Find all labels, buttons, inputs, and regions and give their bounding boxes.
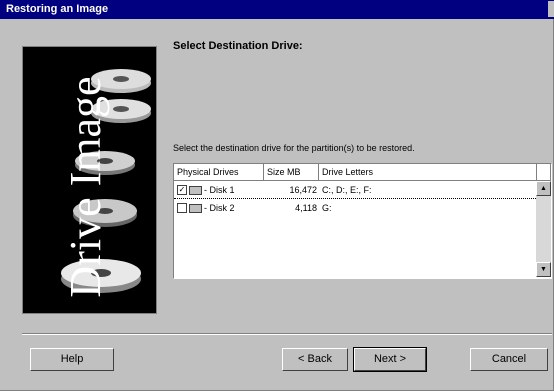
help-button[interactable]: Help bbox=[30, 348, 114, 371]
page-heading: Select Destination Drive: bbox=[173, 40, 303, 52]
back-button[interactable]: < Back bbox=[282, 348, 348, 371]
close-button[interactable] bbox=[548, 1, 554, 17]
drive-name: - Disk 1 bbox=[204, 185, 235, 195]
hard-drive-icon bbox=[189, 186, 202, 195]
cancel-button[interactable]: Cancel bbox=[470, 348, 548, 371]
banner-text: Drive Image bbox=[61, 76, 110, 298]
drive-image-banner: Drive Image bbox=[22, 46, 157, 314]
checkbox-icon[interactable]: ✓ bbox=[177, 185, 187, 195]
title-bar: Restoring an Image bbox=[0, 0, 554, 19]
list-item[interactable]: ✓ - Disk 1 16,472 C:, D:, E:, F: bbox=[174, 182, 536, 199]
checkbox-icon[interactable] bbox=[177, 203, 187, 213]
column-physical-drives[interactable]: Physical Drives bbox=[174, 164, 264, 181]
drive-letters: C:, D:, E:, F: bbox=[322, 185, 372, 195]
list-item[interactable]: - Disk 2 4,118 G: bbox=[174, 200, 536, 216]
scroll-down-icon[interactable]: ▼ bbox=[536, 262, 551, 277]
column-drive-letters[interactable]: Drive Letters bbox=[319, 164, 537, 181]
drive-size: 4,118 bbox=[295, 203, 317, 213]
drive-size: 16,472 bbox=[289, 185, 317, 195]
window-title: Restoring an Image bbox=[6, 3, 109, 15]
scroll-up-icon[interactable]: ▲ bbox=[536, 181, 551, 196]
drive-list[interactable]: Physical Drives Size MB Drive Letters ✓ … bbox=[173, 163, 552, 279]
column-size-mb[interactable]: Size MB bbox=[264, 164, 319, 181]
column-spacer bbox=[537, 164, 551, 181]
drive-name: - Disk 2 bbox=[204, 203, 235, 213]
vertical-scrollbar[interactable]: ▲ ▼ bbox=[536, 181, 551, 277]
drive-letters: G: bbox=[322, 203, 332, 213]
instruction-text: Select the destination drive for the par… bbox=[173, 143, 415, 153]
hard-drive-icon bbox=[189, 204, 202, 213]
separator bbox=[22, 333, 552, 335]
next-button[interactable]: Next > bbox=[353, 347, 427, 372]
